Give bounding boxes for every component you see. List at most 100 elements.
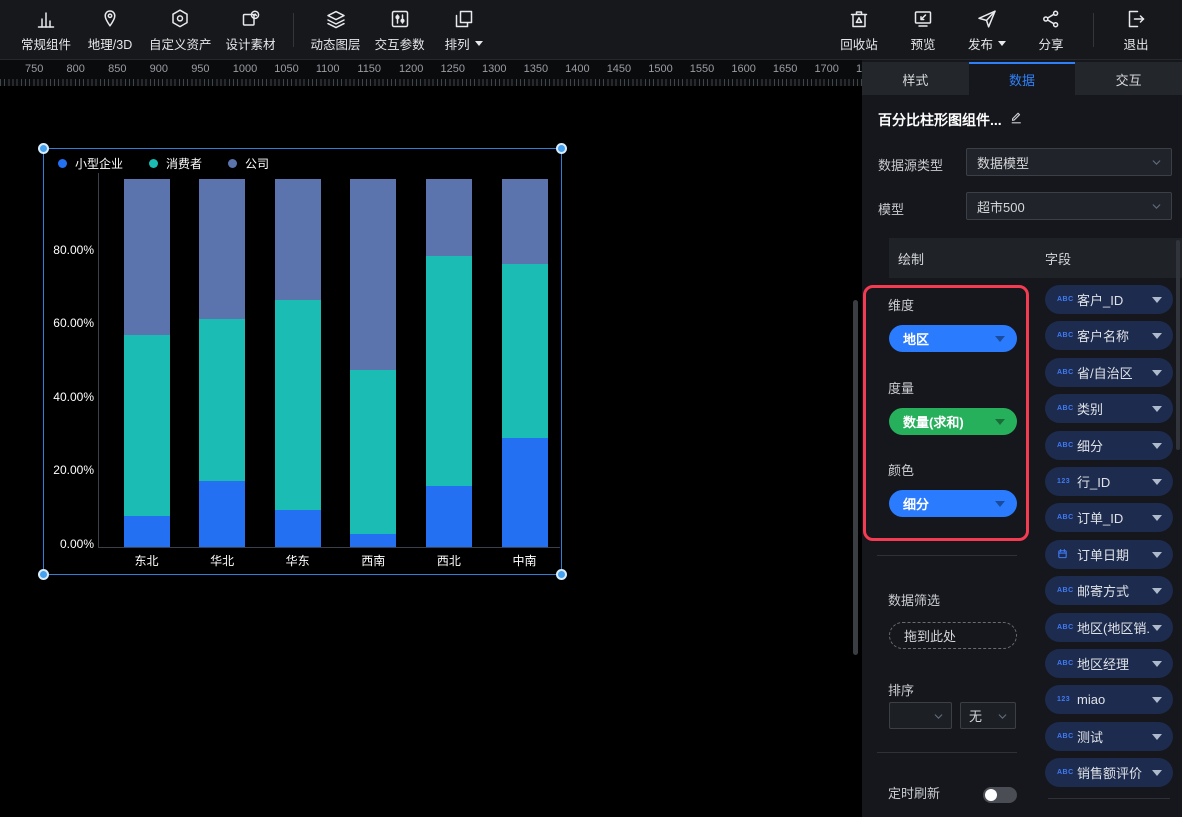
bar-segment-小型企业[interactable]: [426, 486, 472, 547]
text-type-icon: ABC: [1057, 442, 1077, 449]
bar-segment-小型企业[interactable]: [124, 516, 170, 547]
field-label: 邮寄方式: [1077, 581, 1129, 600]
caret-down-icon: [475, 41, 483, 46]
bar-segment-公司[interactable]: [502, 179, 548, 264]
datasource-type-select[interactable]: 数据模型: [966, 148, 1172, 176]
stacked-bar[interactable]: [199, 179, 245, 547]
stacked-bar[interactable]: [350, 179, 396, 547]
components-button[interactable]: 常规组件: [14, 0, 78, 60]
arrange-button[interactable]: 排列: [432, 0, 496, 60]
text-type-icon: ABC: [1057, 769, 1077, 776]
recycle-bin-button[interactable]: 回收站: [827, 0, 891, 60]
design-canvas[interactable]: 小型企业消费者公司 0.00%20.00%40.00%60.00%80.00% …: [0, 86, 862, 817]
bar-segment-小型企业[interactable]: [275, 510, 321, 547]
bar-segment-消费者[interactable]: [350, 370, 396, 534]
model-select[interactable]: 超市500: [966, 192, 1172, 220]
text-type-icon: ABC: [1057, 733, 1077, 740]
ruler-number: 750: [25, 63, 43, 75]
resize-handle-bottom-left[interactable]: [38, 569, 49, 580]
bar-segment-小型企业[interactable]: [199, 481, 245, 547]
timed-refresh-toggle[interactable]: [983, 787, 1017, 803]
geo-3d-button[interactable]: 地理/3D: [78, 0, 142, 60]
preview-button[interactable]: 预览: [891, 0, 955, 60]
field-item-miao[interactable]: 123miao: [1045, 685, 1173, 714]
field-item-订单日期[interactable]: 订单日期: [1045, 540, 1173, 569]
field-item-客户_ID[interactable]: ABC客户_ID: [1045, 285, 1173, 314]
canvas-scrollbar[interactable]: [853, 300, 858, 655]
panel-tab-interaction[interactable]: 交互: [1075, 62, 1182, 95]
bar-segment-公司[interactable]: [124, 179, 170, 335]
resize-handle-top-right[interactable]: [556, 143, 567, 154]
field-item-细分[interactable]: ABC细分: [1045, 431, 1173, 460]
field-item-省/自治区[interactable]: ABC省/自治区: [1045, 358, 1173, 387]
bar-segment-消费者[interactable]: [502, 264, 548, 439]
edit-pencil-icon[interactable]: [1010, 110, 1025, 130]
bar-segment-消费者[interactable]: [199, 319, 245, 481]
publish-button[interactable]: 发布: [955, 0, 1019, 60]
bar-segment-消费者[interactable]: [426, 256, 472, 486]
publish-icon: [975, 6, 999, 32]
color-pill[interactable]: 细分: [889, 490, 1017, 517]
panel-scrollbar[interactable]: [1176, 240, 1180, 450]
legend-item[interactable]: 公司: [228, 155, 269, 172]
field-item-地区经理[interactable]: ABC地区经理: [1045, 649, 1173, 678]
legend-item[interactable]: 小型企业: [58, 155, 123, 172]
sort-label: 排序: [888, 680, 914, 699]
resize-handle-top-left[interactable]: [38, 143, 49, 154]
design-assets-button[interactable]: 设计素材: [219, 0, 283, 60]
field-item-邮寄方式[interactable]: ABC邮寄方式: [1045, 576, 1173, 605]
dynamic-layers-button[interactable]: 动态图层: [304, 0, 368, 60]
y-axis-tick-label: 40.00%: [44, 390, 94, 404]
field-item-客户名称[interactable]: ABC客户名称: [1045, 321, 1173, 350]
toolbar-right-group: 回收站预览发布分享退出: [827, 0, 1168, 59]
field-item-订单_ID[interactable]: ABC订单_ID: [1045, 503, 1173, 532]
bar-segment-消费者[interactable]: [124, 335, 170, 515]
stacked-bar[interactable]: [124, 179, 170, 547]
subtab-draw[interactable]: 绘制: [898, 238, 924, 278]
sort-order-select[interactable]: 无: [960, 702, 1016, 729]
ruler-number: 850: [108, 63, 126, 75]
stacked-bar[interactable]: [502, 179, 548, 547]
field-item-测试[interactable]: ABC测试: [1045, 722, 1173, 751]
legend-item[interactable]: 消费者: [149, 155, 202, 172]
panel-tab-style[interactable]: 样式: [862, 62, 969, 95]
field-label: 类别: [1077, 399, 1103, 418]
toolbar-label: 退出: [1123, 34, 1148, 53]
chevron-down-icon: [1150, 156, 1163, 172]
share-button[interactable]: 分享: [1019, 0, 1083, 60]
stacked-bar[interactable]: [275, 179, 321, 547]
chevron-down-icon: [1152, 406, 1162, 412]
bar-segment-小型企业[interactable]: [350, 534, 396, 547]
bar-segment-公司[interactable]: [350, 179, 396, 370]
chevron-down-icon: [1152, 443, 1162, 449]
bar-segment-公司[interactable]: [275, 179, 321, 300]
resize-handle-bottom-right[interactable]: [556, 569, 567, 580]
field-item-类别[interactable]: ABC类别: [1045, 394, 1173, 423]
percent-bar-chart-component[interactable]: 小型企业消费者公司 0.00%20.00%40.00%60.00%80.00% …: [43, 148, 562, 575]
field-label: miao: [1077, 692, 1105, 707]
custom-assets-button[interactable]: 自定义资产: [142, 0, 219, 60]
panel-tab-data[interactable]: 数据: [969, 62, 1076, 95]
sort-field-select[interactable]: [889, 702, 952, 729]
filter-drop-zone[interactable]: 拖到此处: [889, 622, 1017, 649]
chevron-down-icon: [1150, 200, 1163, 216]
bar-segment-消费者[interactable]: [275, 300, 321, 510]
exit-button[interactable]: 退出: [1104, 0, 1168, 60]
dimension-pill[interactable]: 地区: [889, 325, 1017, 352]
stacked-bar[interactable]: [426, 179, 472, 547]
measure-value: 数量(求和): [903, 412, 964, 431]
field-item-地区(地区销...[interactable]: ABC地区(地区销...: [1045, 613, 1173, 642]
toolbar-label: 排列: [445, 34, 483, 53]
field-item-行_ID[interactable]: 123行_ID: [1045, 467, 1173, 496]
subtab-fields[interactable]: 字段: [1045, 238, 1071, 278]
measure-pill[interactable]: 数量(求和): [889, 408, 1017, 435]
bar-segment-公司[interactable]: [199, 179, 245, 319]
ruler-number: 1450: [607, 63, 631, 75]
interaction-params-button[interactable]: 交互参数: [368, 0, 432, 60]
field-label: 客户名称: [1077, 326, 1129, 345]
bar-segment-小型企业[interactable]: [502, 438, 548, 547]
bar-segment-公司[interactable]: [426, 179, 472, 256]
divider: [877, 752, 1017, 753]
field-item-销售额评价[interactable]: ABC销售额评价: [1045, 758, 1173, 787]
text-type-icon: ABC: [1057, 660, 1077, 667]
